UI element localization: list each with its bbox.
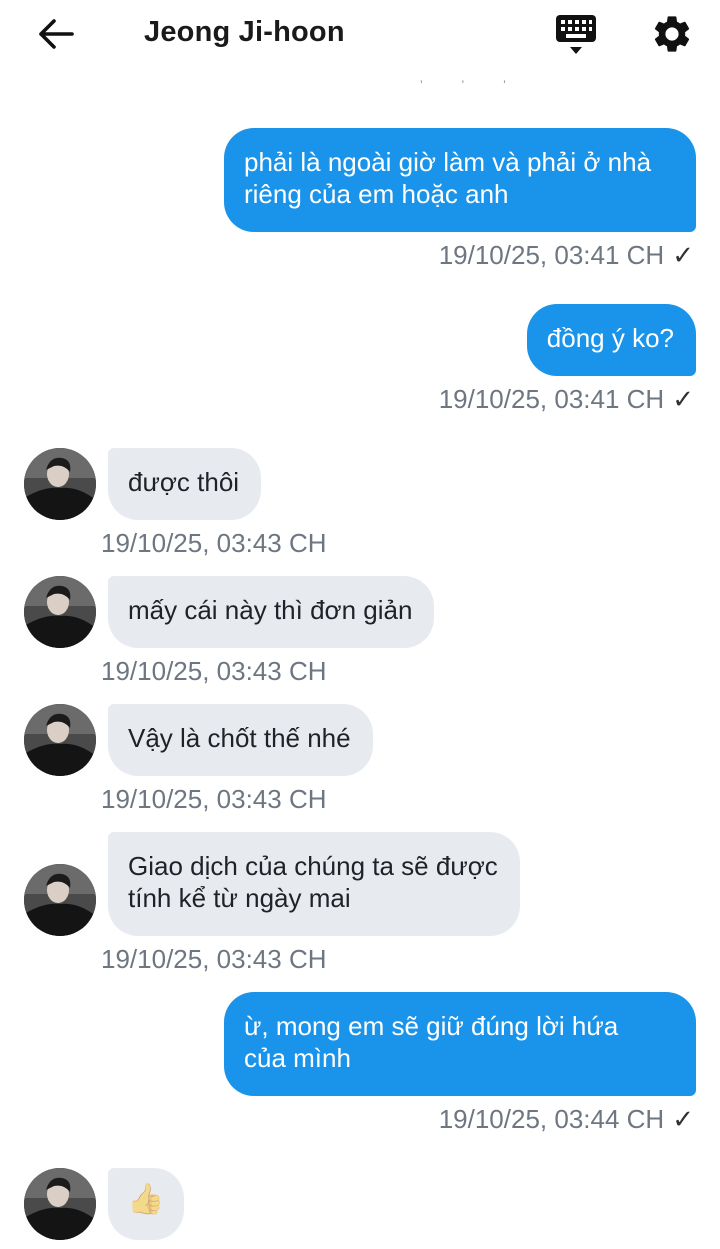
- message-text-line: ừ, mong em sẽ giữ đúng lời hứa: [244, 1011, 619, 1041]
- incoming-emoji-bubble[interactable]: 👍: [108, 1168, 184, 1240]
- message-timestamp: 19/10/25, 03:44 CH ✓: [439, 1104, 694, 1135]
- message-text-line: tính kể từ ngày mai: [128, 883, 351, 913]
- incoming-message-bubble[interactable]: Giao dịch của chúng ta sẽ được tính kể t…: [108, 832, 520, 936]
- message-text-line: đồng ý ko?: [546, 323, 674, 353]
- contact-avatar[interactable]: [24, 448, 96, 520]
- message-timestamp: 19/10/25, 03:41 CH ✓: [439, 240, 694, 271]
- contact-avatar[interactable]: [24, 1168, 96, 1240]
- incoming-message-bubble[interactable]: được thôi: [108, 448, 262, 520]
- message-text-line: phải là ngoài giờ làm và phải ở nhà: [244, 147, 652, 177]
- keyboard-icon: [556, 15, 596, 54]
- sent-check-icon: ✓: [672, 1104, 694, 1134]
- contact-avatar[interactable]: [24, 864, 96, 936]
- sent-check-icon: ✓: [672, 240, 694, 270]
- contact-avatar[interactable]: [24, 576, 96, 648]
- incoming-message-bubble[interactable]: Vậy là chốt thế nhé: [108, 704, 373, 776]
- contact-name[interactable]: Jeong Ji-hoon: [144, 16, 345, 49]
- outgoing-message-bubble[interactable]: đồng ý ko?: [526, 304, 696, 376]
- thumbs-up-icon: 👍: [127, 1183, 165, 1216]
- message-text-line: của mình: [244, 1043, 351, 1073]
- keyboard-button[interactable]: [552, 12, 600, 58]
- message-text-line: Vậy là chốt thế nhé: [128, 723, 351, 753]
- message-timestamp: 19/10/25, 03:43 CH: [101, 784, 327, 814]
- timestamp-text: 19/10/25, 03:44 CH: [438, 1104, 665, 1134]
- message-text-line: riêng của em hoặc anh: [244, 179, 509, 209]
- back-arrow-icon: [39, 19, 74, 49]
- incoming-message-bubble[interactable]: mấy cái này thì đơn giản: [108, 576, 435, 648]
- sent-check-icon: ✓: [672, 384, 694, 414]
- chat-header: Jeong Ji-hoon: [0, 0, 720, 72]
- gear-icon: [654, 16, 690, 52]
- message-text-line: mấy cái này thì đơn giản: [128, 595, 413, 625]
- message-text-line: được thôi: [128, 467, 240, 497]
- message-timestamp: 19/10/25, 03:41 CH ✓: [439, 384, 694, 415]
- outgoing-message-bubble[interactable]: ừ, mong em sẽ giữ đúng lời hứa của mình: [224, 992, 696, 1096]
- settings-button[interactable]: [650, 12, 694, 56]
- scrolled-content-remnant: ’ ’ ’: [420, 78, 524, 92]
- back-button[interactable]: [36, 14, 76, 54]
- message-timestamp: 19/10/25, 03:43 CH: [101, 944, 327, 974]
- timestamp-text: 19/10/25, 03:41 CH: [438, 384, 665, 414]
- outgoing-message-bubble[interactable]: phải là ngoài giờ làm và phải ở nhà riên…: [224, 128, 696, 232]
- message-timestamp: 19/10/25, 03:43 CH: [101, 656, 327, 686]
- message-text-line: Giao dịch của chúng ta sẽ được: [128, 851, 498, 881]
- timestamp-text: 19/10/25, 03:41 CH: [438, 240, 665, 270]
- contact-avatar[interactable]: [24, 704, 96, 776]
- message-timestamp: 19/10/25, 03:43 CH: [101, 528, 327, 558]
